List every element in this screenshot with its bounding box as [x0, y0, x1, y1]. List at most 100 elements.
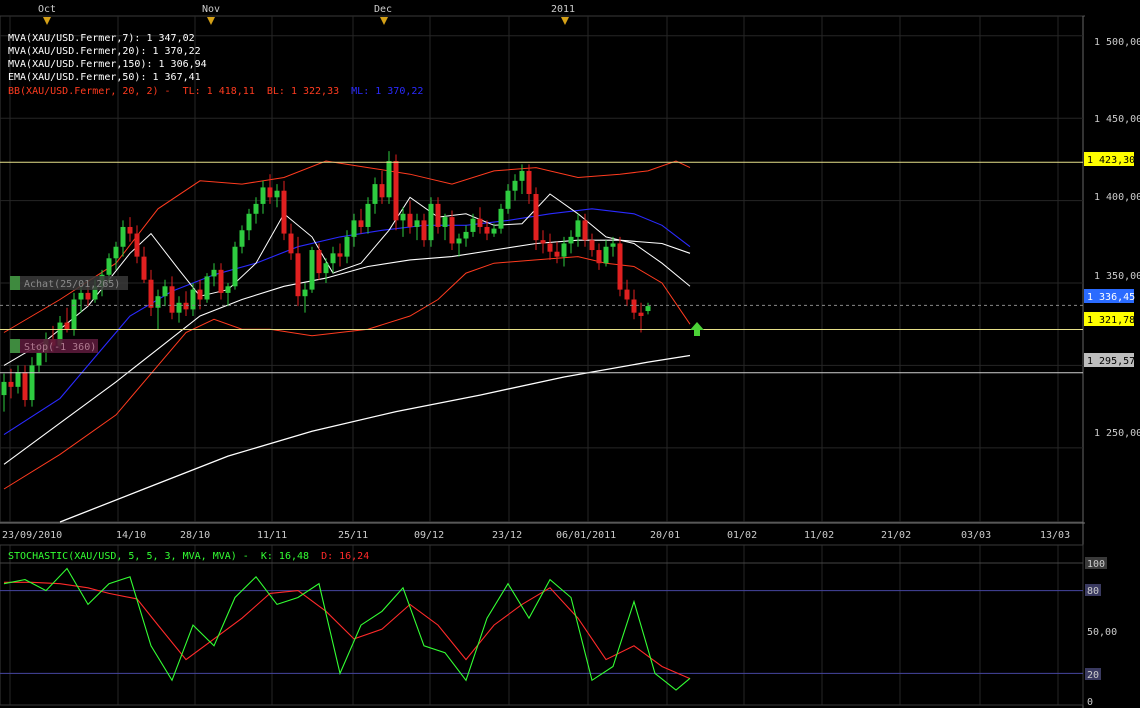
- candle-body: [309, 250, 315, 290]
- candle-body: [498, 208, 504, 229]
- price-tick-label: 1 350,00: [1094, 271, 1140, 282]
- stoch-tick-label: 0: [1087, 697, 1093, 708]
- chart-background: [0, 0, 1140, 708]
- candle-body: [183, 302, 189, 310]
- candle-body: [337, 253, 343, 257]
- candle-body: [22, 372, 28, 401]
- candle-body: [484, 226, 490, 234]
- price-tick-label: 1 500,00: [1094, 37, 1140, 48]
- candle-body: [239, 230, 245, 247]
- candle-body: [141, 256, 147, 280]
- candle-body: [526, 170, 532, 195]
- price-tag-value: 1 321,78: [1087, 315, 1135, 326]
- candle-body: [85, 292, 91, 300]
- date-tick-label: 01/02: [727, 530, 757, 541]
- stoch-tick-label: 80: [1087, 586, 1099, 597]
- candle-body: [134, 233, 140, 257]
- date-tick-label: 09/12: [414, 530, 444, 541]
- candle-body: [421, 220, 427, 241]
- candle-body: [260, 187, 266, 204]
- candle-body: [561, 243, 567, 257]
- stop-tag-label: Stop(-1 360): [24, 342, 96, 353]
- date-tick-label: 14/10: [116, 530, 146, 541]
- candle-body: [372, 184, 378, 204]
- date-tick-label: 23/09/2010: [2, 530, 62, 541]
- candle-body: [589, 240, 595, 251]
- candle-body: [225, 286, 231, 293]
- legend-bollinger: BB(XAU/USD.Fermer, 20, 2) - TL: 1 418,11…: [8, 86, 423, 97]
- stop-order-tag[interactable]: Stop(-1 360): [10, 339, 98, 353]
- legend-mva20: MVA(XAU/USD.Fermer,20): 1 370,22: [8, 46, 201, 57]
- candle-body: [204, 276, 210, 300]
- achat-order-tag[interactable]: Achat(25/01,265): [10, 276, 128, 290]
- candle-body: [113, 246, 119, 259]
- price-tick-label: 1 250,00: [1094, 428, 1140, 439]
- date-tick-label: 11/11: [257, 530, 287, 541]
- trading-chart: Oct Nov Dec 2011 MVA(XAU/USD.Fermer,7): …: [0, 0, 1140, 708]
- price-tag-value: 1 336,45: [1087, 292, 1135, 303]
- stoch-legend-d: D: 16,24: [321, 551, 369, 562]
- candle-body: [358, 220, 364, 227]
- candle-body: [211, 269, 217, 277]
- candle-body: [512, 180, 518, 191]
- candle-body: [78, 292, 84, 300]
- candle-body: [64, 322, 70, 330]
- candle-body: [351, 220, 357, 237]
- candle-body: [71, 299, 77, 330]
- date-tick-label: 25/11: [338, 530, 368, 541]
- candle-body: [120, 226, 126, 247]
- achat-tag-label: Achat(25/01,265): [24, 279, 120, 290]
- month-label: Oct: [38, 4, 56, 15]
- candle-body: [414, 220, 420, 227]
- candle-body: [617, 243, 623, 290]
- candle-body: [624, 289, 630, 300]
- candle-body: [295, 253, 301, 297]
- candle-body: [645, 306, 651, 312]
- legend-mva7: MVA(XAU/USD.Fermer,7): 1 347,02: [8, 33, 195, 44]
- candle-body: [232, 246, 238, 287]
- achat-tag-handle[interactable]: [10, 276, 20, 290]
- candle-body: [428, 203, 434, 241]
- candle-body: [568, 236, 574, 244]
- candle-body: [603, 246, 609, 264]
- candle-body: [148, 279, 154, 308]
- price-tag-tl: 1 423,30: [1084, 152, 1135, 166]
- stop-tag-handle[interactable]: [10, 339, 20, 353]
- candle-body: [162, 286, 168, 297]
- stoch-tick-label: 50,00: [1087, 627, 1117, 638]
- legend-mva150: MVA(XAU/USD.Fermer,150): 1 306,94: [8, 59, 207, 70]
- candle-body: [288, 233, 294, 254]
- date-tick-label: 06/01/2011: [556, 530, 616, 541]
- month-label: Dec: [374, 4, 392, 15]
- candle-body: [15, 372, 21, 387]
- candle-body: [197, 289, 203, 300]
- candle-body: [106, 258, 112, 275]
- candle-body: [540, 240, 546, 244]
- stoch-legend-k: K: 16,48: [261, 551, 309, 562]
- legend-ema50: EMA(XAU/USD.Fermer,50): 1 367,41: [8, 72, 201, 83]
- candle-body: [127, 226, 133, 234]
- candle-body: [1, 381, 7, 396]
- candle-body: [169, 286, 175, 313]
- candle-body: [463, 231, 469, 239]
- price-tag-value: 1 295,57: [1087, 356, 1135, 367]
- candle-body: [253, 203, 259, 214]
- candle-body: [246, 213, 252, 231]
- legend-bb-ml: ML: 1 370,22: [351, 86, 423, 97]
- candle-body: [582, 220, 588, 241]
- price-tag-last: 1 336,45: [1084, 289, 1135, 303]
- candle-body: [456, 238, 462, 244]
- date-tick-label: 20/01: [650, 530, 680, 541]
- candle-body: [435, 203, 441, 227]
- candle-body: [155, 296, 161, 308]
- legend-bb-tl: TL: 1 418,11: [183, 86, 255, 97]
- date-tick-label: 23/12: [492, 530, 522, 541]
- candle-body: [379, 184, 385, 198]
- candle-body: [547, 243, 553, 252]
- candle-body: [449, 217, 455, 244]
- date-tick-label: 03/03: [961, 530, 991, 541]
- candle-body: [274, 190, 280, 198]
- candle-body: [610, 243, 616, 247]
- candle-body: [638, 312, 644, 316]
- candle-body: [36, 352, 42, 366]
